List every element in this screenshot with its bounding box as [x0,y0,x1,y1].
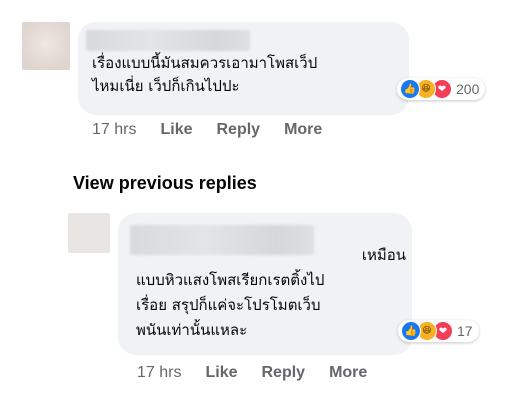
reaction-summary[interactable]: 👍 😆 ❤ 200 [397,78,486,100]
reply-button[interactable]: Reply [261,364,305,382]
blurred-commenter-name[interactable] [86,30,250,51]
reply-button[interactable]: Reply [216,121,260,139]
commenter-avatar[interactable] [22,22,70,70]
like-icon: 👍 [400,79,420,99]
view-previous-replies-link[interactable]: View previous replies [73,173,257,194]
more-button[interactable]: More [329,364,367,382]
reaction-summary[interactable]: 👍 😆 ❤ 17 [398,320,479,342]
reaction-count: 17 [457,323,473,339]
reply-bubble: เหมือนแบบหิวแสงโพสเรียกเรตติ้งไป เรื่อย … [118,213,412,355]
comment-timestamp[interactable]: 17 hrs [92,121,136,139]
like-icon: 👍 [401,321,421,341]
reply-timestamp[interactable]: 17 hrs [137,364,181,382]
reply-actions: 17 hrs Like Reply More [137,364,391,382]
comment-bubble: เรื่องแบบนี้มันสมควรเอามาโพสเว็ป ไหมเนี่… [78,22,409,115]
more-button[interactable]: More [284,121,322,139]
replier-avatar[interactable] [68,213,110,253]
reaction-count: 200 [456,81,480,97]
comment-actions: 17 hrs Like Reply More [92,121,346,139]
reply-text-line1: เหมือน [361,246,406,264]
comment-text: เรื่องแบบนี้มันสมควรเอามาโพสเว็ป ไหมเนี่… [92,54,318,95]
reply-text-rest: แบบหิวแสงโพสเรียกเรตติ้งไป เรื่อย สรุปก็… [136,271,325,339]
like-button[interactable]: Like [160,121,192,139]
reply-text: เหมือนแบบหิวแสงโพสเรียกเรตติ้งไป เรื่อย … [136,243,406,343]
like-button[interactable]: Like [205,364,237,382]
